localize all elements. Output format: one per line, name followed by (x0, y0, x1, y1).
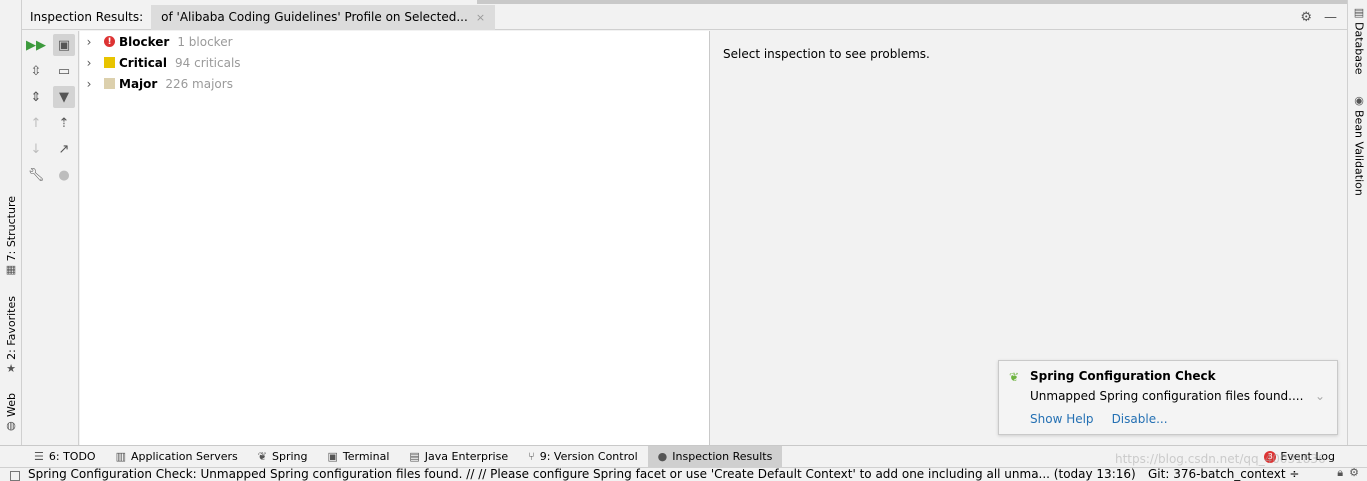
application-servers-label: Application Servers (131, 450, 238, 463)
web-tool-tab[interactable]: Web ◍ (2, 393, 20, 431)
web-tab-label: Web (4, 393, 18, 417)
version-control-label: 9: Version Control (539, 450, 638, 463)
notification-title: Spring Configuration Check (1030, 369, 1216, 383)
expand-all-icon[interactable]: ⇳ (25, 60, 47, 82)
panel-title: Inspection Results: (30, 10, 144, 24)
autoscroll-icon[interactable]: ↗ (53, 138, 75, 160)
event-log-tool-tab[interactable]: 3 Event Log (1254, 446, 1345, 468)
major-severity-icon (104, 78, 115, 89)
servers-icon: ▥ (115, 450, 126, 463)
left-tool-strip: 7: Structure ▦ 2: Favorites ★ Web ◍ (0, 0, 22, 445)
git-branch-widget[interactable]: Git: 376-batch_context ÷ (1148, 468, 1299, 481)
tree-row-blocker[interactable]: › ! Blocker 1 blocker (80, 31, 709, 52)
globe-icon: ◍ (6, 418, 16, 432)
java-enterprise-tool-tab[interactable]: ▤ Java Enterprise (399, 446, 518, 468)
lock-icon[interactable]: 🔒︎ (1337, 468, 1343, 480)
detail-message: Select inspection to see problems. (723, 47, 930, 61)
bean-validation-tab-label: Bean Validation (1352, 110, 1366, 196)
top-scrollbar[interactable] (477, 0, 1347, 4)
bean-validation-tool-tab[interactable]: ◉ Bean Validation (1350, 94, 1367, 196)
inspection-tree: › ! Blocker 1 blocker › Critical 94 crit… (80, 31, 710, 445)
terminal-icon: ▣ (327, 450, 338, 463)
todo-tool-tab[interactable]: ☰ 6: TODO (24, 446, 106, 468)
inspection-header: Inspection Results: of 'Alibaba Coding G… (22, 4, 1347, 30)
java-enterprise-label: Java Enterprise (424, 450, 509, 463)
close-icon[interactable]: × (476, 11, 485, 24)
export-icon[interactable]: ⇡ (53, 112, 75, 134)
severity-count: 94 criticals (175, 55, 241, 70)
chevron-right-icon[interactable]: › (82, 56, 96, 70)
terminal-label: Terminal (342, 450, 390, 463)
todo-label: 6: TODO (48, 450, 96, 463)
inspection-icon: ● (657, 450, 668, 463)
application-servers-tool-tab[interactable]: ▥ Application Servers (106, 446, 248, 468)
chevron-down-icon[interactable]: ⌄ (1315, 389, 1325, 403)
bean-validation-icon: ◉ (1354, 94, 1364, 107)
terminal-tool-tab[interactable]: ▣ Terminal (317, 446, 399, 468)
collapse-all-icon[interactable]: ⇕ (25, 86, 47, 108)
database-tab-label: Database (1352, 22, 1366, 75)
version-control-icon: ⑂ (528, 450, 535, 463)
settings-icon[interactable]: ⚙ (1349, 468, 1359, 480)
spring-leaf-icon: ❦ (1009, 370, 1020, 384)
severity-count: 1 blocker (177, 34, 233, 49)
inspection-results-label: Inspection Results (672, 450, 773, 463)
gear-icon[interactable]: ⚙ (1300, 10, 1312, 25)
blocker-severity-icon: ! (104, 36, 115, 47)
favorites-tab-label: 2: Favorites (4, 296, 18, 360)
next-problem-icon[interactable]: ↓ (25, 138, 47, 160)
group-by-directory-icon[interactable]: ▭ (53, 60, 75, 82)
show-help-link[interactable]: Show Help (1030, 412, 1094, 426)
star-icon: ★ (6, 361, 16, 375)
right-tool-strip: ▤ Database ◉ Bean Validation (1347, 0, 1367, 445)
disable-link[interactable]: Disable... (1112, 412, 1168, 426)
group-by-severity-icon[interactable]: ▣ (53, 34, 75, 56)
chevron-right-icon[interactable]: › (82, 77, 96, 91)
chevron-right-icon[interactable]: › (82, 35, 96, 49)
todo-icon: ☰ (34, 450, 44, 463)
inspection-profile-tab[interactable]: of 'Alibaba Coding Guidelines' Profile o… (151, 4, 496, 30)
database-tool-tab[interactable]: ▤ Database (1350, 6, 1367, 75)
quick-fix-bulb-icon[interactable]: ● (53, 164, 75, 186)
rerun-icon[interactable]: ▶▶ (25, 34, 47, 56)
severity-name: Major (119, 76, 158, 91)
event-log-badge: 3 (1264, 450, 1277, 463)
spring-notification: ❦ Spring Configuration Check Unmapped Sp… (998, 360, 1338, 435)
filter-icon[interactable]: ▼ (53, 86, 75, 108)
minimize-icon[interactable]: — (1324, 10, 1337, 25)
database-icon: ▤ (1353, 6, 1365, 19)
critical-severity-icon (104, 57, 115, 68)
status-bar: Spring Configuration Check: Unmapped Spr… (0, 467, 1367, 481)
severity-count: 226 majors (165, 76, 233, 91)
status-message[interactable]: Spring Configuration Check: Unmapped Spr… (28, 468, 1136, 481)
severity-name: Critical (119, 55, 168, 70)
inspection-results-tool-tab[interactable]: ● Inspection Results (647, 445, 783, 468)
wrench-icon[interactable]: 🔧︎ (25, 164, 47, 186)
inspection-toolbar: ▶▶ ▣ ⇳ ▭ ⇕ ▼ ↑ ⇡ ↓ ↗ 🔧︎ ● (22, 31, 79, 445)
favorites-tool-tab[interactable]: 2: Favorites ★ (2, 296, 20, 374)
tree-row-critical[interactable]: › Critical 94 criticals (80, 52, 709, 73)
notification-body: Unmapped Spring configuration files foun… (1030, 389, 1304, 403)
tool-windows-toggle-icon[interactable] (10, 471, 20, 481)
structure-icon: ▦ (5, 263, 17, 277)
java-enterprise-icon: ▤ (409, 450, 420, 463)
bottom-tool-bar: ☰ 6: TODO ▥ Application Servers ❦ Spring… (0, 445, 1367, 468)
structure-tool-tab[interactable]: 7: Structure ▦ (2, 196, 20, 275)
previous-problem-icon[interactable]: ↑ (25, 112, 47, 134)
severity-name: Blocker (119, 34, 170, 49)
tree-row-major[interactable]: › Major 226 majors (80, 73, 709, 94)
structure-tab-label: 7: Structure (4, 196, 18, 262)
event-log-label: Event Log (1280, 450, 1335, 463)
version-control-tool-tab[interactable]: ⑂ 9: Version Control (518, 446, 648, 468)
spring-icon: ❦ (257, 450, 267, 463)
profile-tab-label: of 'Alibaba Coding Guidelines' Profile o… (161, 10, 468, 24)
spring-label: Spring (271, 450, 308, 463)
spring-tool-tab[interactable]: ❦ Spring (248, 446, 318, 468)
